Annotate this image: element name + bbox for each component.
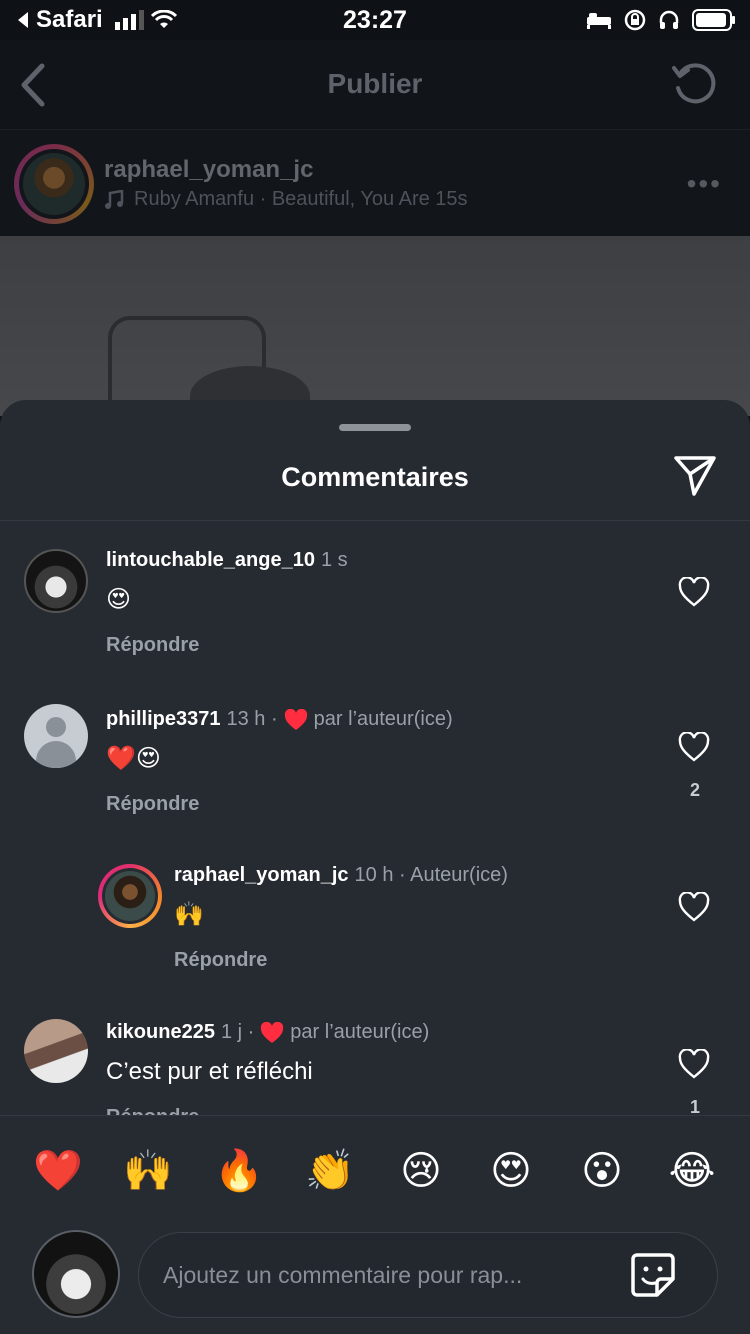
status-bar: Safari 23:27 <box>0 0 750 40</box>
status-right <box>586 9 736 31</box>
comment-input[interactable] <box>163 1255 613 1295</box>
reply-button[interactable]: Répondre <box>106 634 348 657</box>
comment-username[interactable]: raphael_yoman_jc <box>174 864 349 887</box>
avatar[interactable] <box>98 864 162 928</box>
comment-text: 😍 <box>106 585 132 613</box>
battery-icon <box>692 9 735 31</box>
top-nav-bar: Publier <box>0 40 750 130</box>
refresh-icon[interactable] <box>670 60 718 108</box>
author-liked-label: par l’auteur(ice) <box>290 1021 430 1043</box>
post-music[interactable]: Ruby Amanfu · Beautiful, You Are 15s <box>104 188 468 211</box>
reaction-raised-hands[interactable]: 🙌 <box>123 1146 173 1196</box>
reaction-heart-eyes[interactable]: 😍 <box>486 1146 536 1196</box>
reaction-cry[interactable]: 😢 <box>396 1146 446 1196</box>
reply-button[interactable]: Répondre <box>174 949 508 972</box>
sheet-title: Commentaires <box>281 462 469 492</box>
reaction-laugh[interactable]: 😂 <box>667 1146 717 1196</box>
author-liked-heart-icon <box>284 708 307 730</box>
comments-list: lintouchable_ange_10 1 s 😍 Répondre phil… <box>0 521 750 1115</box>
reply-button[interactable]: Répondre <box>106 793 453 816</box>
post-header: raphael_yoman_jc Ruby Amanfu · Beautiful… <box>0 130 750 236</box>
avatar[interactable] <box>24 704 88 768</box>
avatar[interactable] <box>24 549 88 613</box>
more-icon[interactable]: ••• <box>687 168 722 200</box>
reaction-fire[interactable]: 🔥 <box>214 1146 264 1196</box>
post-author-username[interactable]: raphael_yoman_jc <box>104 156 313 184</box>
like-count: 1 <box>689 1097 700 1115</box>
comment-username[interactable]: kikoune225 <box>106 1021 215 1044</box>
comment-time: 1 s <box>320 549 348 571</box>
comment-username[interactable]: phillipe3371 <box>106 708 221 731</box>
sheet-drag-handle[interactable] <box>339 424 411 431</box>
avatar[interactable] <box>24 1019 88 1083</box>
post-author-avatar[interactable] <box>14 144 94 224</box>
sticker-icon[interactable] <box>629 1251 677 1299</box>
author-liked-label: par l’auteur(ice) <box>313 708 453 730</box>
reply-button[interactable]: Répondre <box>106 1106 429 1115</box>
reaction-clap[interactable]: 👏 <box>305 1146 355 1196</box>
comment-text: C’est pur et réfléchi <box>106 1058 313 1085</box>
heart-outline-icon[interactable] <box>678 577 710 607</box>
wifi-icon <box>150 10 177 28</box>
back-app-label[interactable]: Safari <box>36 6 103 34</box>
heart-outline-icon[interactable] <box>678 732 710 762</box>
quick-reactions-bar: ❤️ 🙌 🔥 👏 😢 😍 😮 😂 <box>0 1115 750 1225</box>
author-liked-heart-icon <box>261 1021 284 1043</box>
heart-outline-icon[interactable] <box>678 892 710 922</box>
send-icon[interactable] <box>672 452 718 498</box>
comment-time: 1 j · <box>220 1021 255 1043</box>
reaction-wow[interactable]: 😮 <box>577 1146 627 1196</box>
comment-text: 🙌 <box>174 900 204 928</box>
page-title: Publier <box>327 68 423 99</box>
comment-time: 13 h · <box>226 708 278 730</box>
like-count: 2 <box>689 780 700 800</box>
comment-text: ❤️😍 <box>106 744 161 772</box>
music-note-icon <box>105 189 124 209</box>
headphones-icon <box>659 10 679 29</box>
post-music-label: Ruby Amanfu · Beautiful, You Are 15s <box>134 188 468 210</box>
status-left: Safari <box>14 6 274 34</box>
comment-username[interactable]: lintouchable_ange_10 <box>106 549 315 572</box>
rotation-lock-icon <box>624 9 646 31</box>
comment-time: 10 h · Auteur(ice) <box>354 864 508 886</box>
post-image <box>0 236 750 416</box>
reaction-heart[interactable]: ❤️ <box>33 1146 83 1196</box>
signal-icon <box>114 10 144 30</box>
back-to-app-icon[interactable] <box>14 10 30 30</box>
comment-composer <box>138 1232 718 1318</box>
bed-icon <box>587 13 611 29</box>
heart-outline-icon[interactable] <box>678 1049 710 1079</box>
current-user-avatar <box>32 1230 120 1318</box>
comments-sheet: Commentaires lintouchable_ange_10 1 s 😍 … <box>0 400 750 1334</box>
